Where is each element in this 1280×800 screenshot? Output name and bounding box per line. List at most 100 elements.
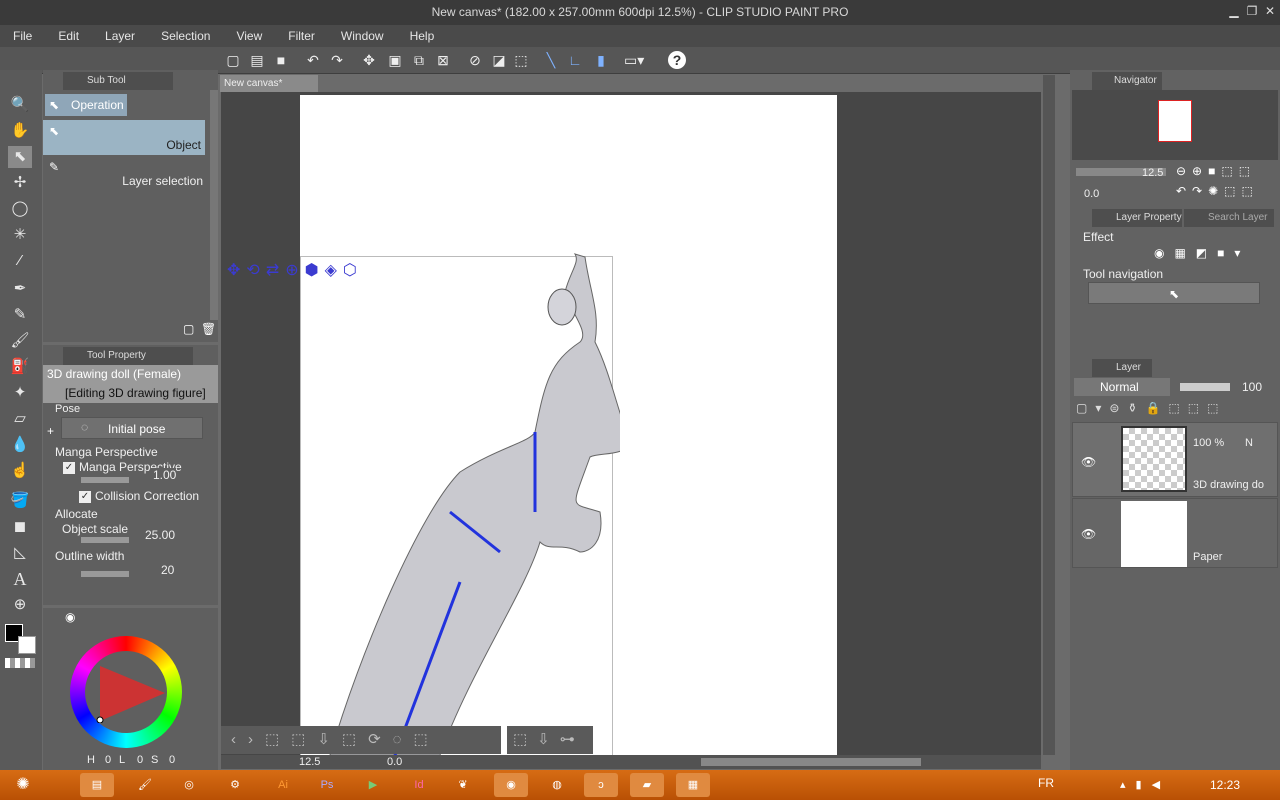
subtool-layer-selection[interactable]: Layer selection xyxy=(43,174,203,188)
pencil-icon[interactable]: ✎ xyxy=(8,304,32,326)
outline-width-slider[interactable] xyxy=(81,571,129,577)
navigator-zoom[interactable]: 12.5 xyxy=(1142,167,1163,179)
navigator-zoom-icons[interactable]: ⊖⊕■⬚⬚ xyxy=(1176,164,1256,178)
object-launcher[interactable]: ‹›⬚⬚⇩⬚⟳◌⬚ xyxy=(221,726,501,754)
object-scale-slider[interactable] xyxy=(81,537,129,543)
manga-value[interactable]: 1.00 xyxy=(151,468,177,482)
menu-view[interactable]: View xyxy=(223,29,275,43)
manga-slider[interactable] xyxy=(81,477,129,483)
photoshop-icon[interactable]: Ps xyxy=(310,773,344,797)
open-folder-icon[interactable]: ▤ xyxy=(248,51,266,69)
decoration-icon[interactable]: ✦ xyxy=(8,382,32,404)
clip-paint-icon[interactable]: ▰ xyxy=(630,773,664,797)
close-button[interactable]: ✕ xyxy=(1262,4,1278,19)
airbrush-icon[interactable]: ⛽ xyxy=(8,356,32,378)
snap-ruler-icon[interactable]: ╲ xyxy=(542,51,560,69)
menu-edit[interactable]: Edit xyxy=(45,29,92,43)
canvas-area[interactable]: ✥⟲⇄⊕⬢◈⬡ ‹›⬚⬚⇩⬚⟳◌⬚ ⬚⇩⊶ xyxy=(221,92,1041,755)
app-icon[interactable]: ❦ xyxy=(446,773,480,797)
outline-width-value[interactable]: 20 xyxy=(161,563,174,577)
search-layer-tab[interactable]: Search Layer xyxy=(1184,209,1274,227)
menu-file[interactable]: File xyxy=(0,29,45,43)
tool-navigation-button[interactable]: ⬉ xyxy=(1088,282,1260,304)
canvas-vertical-scrollbar[interactable] xyxy=(1043,75,1055,755)
fill-icon[interactable]: ▣ xyxy=(386,51,404,69)
maximize-button[interactable]: ❐ xyxy=(1244,4,1260,19)
new-file-icon[interactable]: ▢ xyxy=(224,51,242,69)
undo-icon[interactable]: ↶ xyxy=(304,51,322,69)
snap-special-icon[interactable]: ∟ xyxy=(566,51,584,69)
eyedropper-icon[interactable]: ⁄ xyxy=(8,250,32,272)
minimize-button[interactable]: ▁ xyxy=(1226,4,1242,19)
operation-tool-icon[interactable]: ⬉ xyxy=(8,146,32,168)
menu-help[interactable]: Help xyxy=(397,29,448,43)
color-wheel-tab-icon[interactable]: ◉ xyxy=(65,610,85,626)
menu-selection[interactable]: Selection xyxy=(148,29,223,43)
subtool-scrollbar[interactable] xyxy=(210,90,218,320)
deselect-icon[interactable]: ⊘ xyxy=(466,51,484,69)
fill-bucket-icon[interactable]: 🪣 xyxy=(8,490,32,512)
eraser-icon[interactable]: ▱ xyxy=(8,408,32,430)
zoom-icon[interactable]: 🔍 xyxy=(8,94,32,116)
menu-filter[interactable]: Filter xyxy=(275,29,328,43)
transform-icon[interactable]: ⊠ xyxy=(434,51,452,69)
layer-tool-icons[interactable]: ▢▾⊜⚱🔒⬚⬚⬚ xyxy=(1076,401,1226,415)
layer-tab[interactable]: Layer xyxy=(1092,359,1152,377)
chrome-icon[interactable]: ◍ xyxy=(540,773,574,797)
canvas-tab[interactable]: New canvas* xyxy=(220,75,318,92)
language-indicator[interactable]: FR xyxy=(1038,776,1054,790)
paint-icon[interactable]: 🖌 xyxy=(128,773,162,797)
pen-icon[interactable]: ✒ xyxy=(8,278,32,300)
menu-layer[interactable]: Layer xyxy=(92,29,148,43)
figure-icon[interactable]: ◺ xyxy=(8,542,32,564)
new-subtool-icon[interactable]: ▢ xyxy=(183,322,194,336)
opacity-value[interactable]: 100 xyxy=(1242,380,1262,394)
navigator-rotate[interactable]: 0.0 xyxy=(1084,188,1099,200)
saturation-triangle[interactable] xyxy=(95,661,167,723)
save-icon[interactable]: ■ xyxy=(272,51,290,69)
copy-icon[interactable]: ⧉ xyxy=(410,51,428,69)
steam-icon[interactable]: ⚙ xyxy=(218,773,252,797)
media-icon[interactable]: ▶ xyxy=(356,773,390,797)
3d-manipulator-icons[interactable]: ✥⟲⇄⊕⬢◈⬡ xyxy=(227,260,363,280)
tray-icons[interactable]: ▴▮◀ xyxy=(1120,778,1170,791)
layer-property-tab[interactable]: Layer Property xyxy=(1092,209,1182,227)
delete-subtool-icon[interactable]: 🗑 xyxy=(201,322,216,336)
selection-ellipse-icon[interactable]: ◯ xyxy=(8,198,32,220)
selection-icon[interactable]: ⬚ xyxy=(512,51,530,69)
text-icon[interactable]: A xyxy=(8,568,32,590)
navigator-tab[interactable]: Navigator xyxy=(1092,72,1162,90)
effect-icons[interactable]: ◉▦◩■▾ xyxy=(1154,246,1250,260)
tool-property-tab[interactable]: Tool Property xyxy=(63,347,193,365)
navigator-rotate-icons[interactable]: ↶↷✺⬚⬚ xyxy=(1176,184,1259,198)
expand-icon[interactable]: + xyxy=(47,424,54,438)
start-icon[interactable]: ✺ xyxy=(6,773,40,797)
move-layer-icon[interactable]: ✢ xyxy=(8,172,32,194)
transparent-color-swatch[interactable] xyxy=(5,658,35,668)
canvas-zoom-value[interactable]: 12.5 xyxy=(299,756,320,768)
browser-icon[interactable]: ◎ xyxy=(172,773,206,797)
manga-perspective-checkbox[interactable]: ✓ xyxy=(63,462,75,474)
blend-finger-icon[interactable]: ☝ xyxy=(8,460,32,482)
calculator-icon[interactable]: ▦ xyxy=(676,773,710,797)
menu-window[interactable]: Window xyxy=(328,29,397,43)
illustrator-icon[interactable]: Ai xyxy=(266,773,300,797)
clear-icon[interactable]: ✥ xyxy=(360,51,378,69)
invert-icon[interactable]: ◪ xyxy=(490,51,508,69)
eye-icon[interactable]: 👁 xyxy=(1081,527,1096,541)
opacity-slider[interactable] xyxy=(1180,383,1230,391)
layer-row-paper[interactable]: 👁 Paper xyxy=(1072,498,1278,568)
snap-grid-icon[interactable]: ▮ xyxy=(592,51,610,69)
redo-icon[interactable]: ↷ xyxy=(328,51,346,69)
gradient-icon[interactable]: ◼ xyxy=(8,516,32,538)
blend-icon[interactable]: 💧 xyxy=(8,434,32,456)
magic-wand-icon[interactable]: ✳ xyxy=(8,224,32,246)
firefox-icon[interactable]: ◉ xyxy=(494,773,528,797)
sub-tool-tab[interactable]: Sub Tool xyxy=(63,72,173,90)
layer-row-3d[interactable]: 👁 100 % N 3D drawing do xyxy=(1072,422,1278,497)
canvas-angle-value[interactable]: 0.0 xyxy=(387,756,402,768)
indesign-icon[interactable]: Id xyxy=(402,773,436,797)
hand-icon[interactable]: ✋ xyxy=(8,120,32,142)
sub-color-swatch[interactable] xyxy=(18,636,36,654)
display-icon[interactable]: ▭▾ xyxy=(624,51,644,69)
